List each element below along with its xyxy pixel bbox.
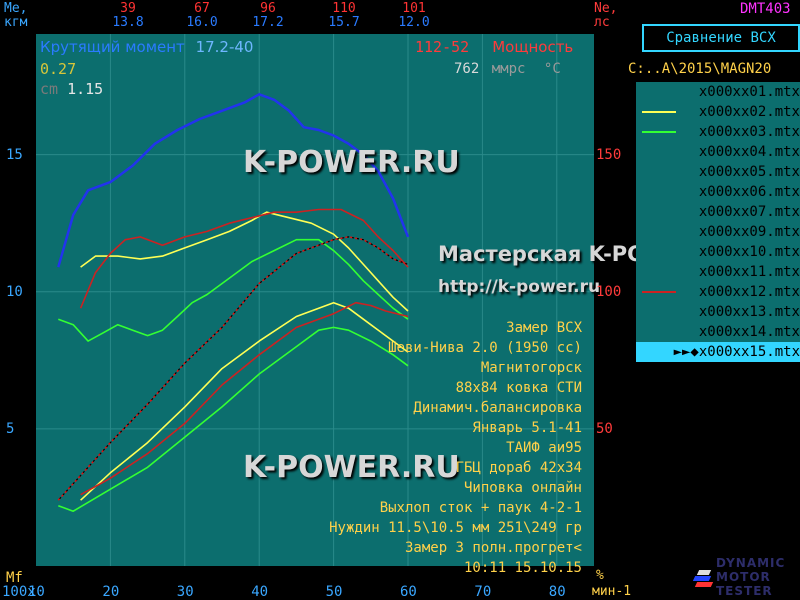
y-left-tick-label: 10 <box>6 283 23 300</box>
temp-unit: °C <box>543 61 561 77</box>
file-list-item[interactable]: x000xx05.mtx <box>636 162 800 182</box>
series-swatch <box>642 131 676 133</box>
note-line: Выхлоп сток + паук 4-2-1 <box>379 500 582 516</box>
file-list-item[interactable]: x000xx14.mtx <box>636 322 800 342</box>
logo-line1: DYNAMIC <box>716 556 786 570</box>
file-list-item[interactable]: x000xx04.mtx <box>636 142 800 162</box>
power-range: 112-52 <box>415 38 470 56</box>
file-list-item[interactable]: x000xx02.mtx <box>636 102 800 122</box>
y-right-tick-label: 150 <box>596 146 622 163</box>
y-left-tick-label: 15 <box>6 146 23 163</box>
cm-label: cm <box>40 80 59 98</box>
note-line: Нуждин 11.5\10.5 мм 251\249 гр <box>329 520 582 536</box>
param-value: 0.27 <box>40 60 77 78</box>
file-list-item[interactable]: x000xx10.mtx <box>636 242 800 262</box>
note-line: Замер 3 полн.прогрет< <box>404 540 582 556</box>
y-left-tick-label: 5 <box>6 420 15 437</box>
x-unit-top: % <box>596 568 604 583</box>
note-line: Замер ВСХ <box>506 320 582 336</box>
x-tick-label: 30 <box>176 584 194 600</box>
file-name: x000xx07.mtx <box>698 204 800 220</box>
torque-range: 17.2-40 <box>195 38 254 56</box>
file-name: x000xx12.mtx <box>698 284 800 300</box>
dynamic-motor-tester-logo: DYNAMIC MOTOR TESTER <box>692 556 800 600</box>
test-notes: Замер ВСХ Шеви-Нива 2.0 (1950 cc) Магнитог… <box>329 318 582 578</box>
file-list-item[interactable]: x000xx01.mtx <box>636 82 800 102</box>
file-name: x000xx14.mtx <box>698 324 800 340</box>
y-right-tick-label: 100 <box>596 283 622 300</box>
file-list-item[interactable]: x000xx09.mtx <box>636 222 800 242</box>
file-name: x000xx04.mtx <box>698 144 800 160</box>
file-list: x000xx01.mtx x000xx02.mtx x000xx03.mtx x000… <box>636 82 800 362</box>
x-multiplier: 100x <box>2 584 36 600</box>
url-watermark: http://k-power.ru <box>438 277 601 297</box>
note-line: ТАИФ аи95 <box>506 440 582 456</box>
logo-line3: TESTER <box>716 584 773 598</box>
file-list-item[interactable]: x000xx12.mtx <box>636 282 800 302</box>
file-name: x000xx13.mtx <box>698 304 800 320</box>
torque-series-line <box>80 211 409 312</box>
note-line: 88x84 ковка СТИ <box>455 380 582 396</box>
directory-path: C:..A\2015\MAGN20 <box>628 61 772 77</box>
file-name: x000xx02.mtx <box>698 104 800 120</box>
x-tick-label: 50 <box>325 584 343 600</box>
file-list-item[interactable]: x000xx11.mtx <box>636 262 800 282</box>
x-tick-label: 40 <box>251 584 269 600</box>
power-legend-label: Мощность <box>492 38 574 56</box>
x-tick-label: 60 <box>400 584 417 600</box>
note-line: 10:11 15.10.15 <box>463 560 582 576</box>
x-tick-label: 80 <box>548 584 566 600</box>
file-name: x000xx01.mtx <box>698 84 800 100</box>
note-line: Январь 5.1-41 <box>472 420 582 436</box>
torque-legend-label: Крутящий момент <box>40 38 185 56</box>
y-right-tick-label: 50 <box>596 420 613 437</box>
compare-button[interactable]: Сравнение ВСХ <box>642 24 800 52</box>
pressure-unit: ммрс <box>491 61 526 77</box>
file-name: x000xx10.mtx <box>698 244 800 260</box>
watermark-top: K-POWER.RU <box>243 145 460 180</box>
series-swatch <box>642 111 676 113</box>
torque-legend: Крутящий момент 17.2-40 <box>40 38 253 56</box>
series-swatch <box>642 291 676 293</box>
file-name: x000xx11.mtx <box>698 264 800 280</box>
x-unit-bottom: мин-1 <box>592 584 632 599</box>
x-tick-label: 70 <box>474 584 492 600</box>
x-tick-label: 20 <box>102 584 120 600</box>
cm-value: 1.15 <box>67 80 104 98</box>
mf-label: Mf <box>6 570 23 586</box>
file-list-item[interactable]: x000xx13.mtx <box>636 302 800 322</box>
file-name: x000xx05.mtx <box>698 164 800 180</box>
file-name: x000xx03.mtx <box>698 124 800 140</box>
file-list-item[interactable]: ►►◆x000xx15.mtx <box>636 342 800 362</box>
note-line: Динамич.балансировка <box>413 400 582 416</box>
file-list-item[interactable]: x000xx06.mtx <box>636 182 800 202</box>
file-name: ►►◆x000xx15.mtx <box>673 344 800 360</box>
file-name: x000xx06.mtx <box>698 184 800 200</box>
power-legend: 112-52 Мощность <box>415 38 573 56</box>
note-line: Чиповка онлайн <box>463 480 582 496</box>
file-name: x000xx09.mtx <box>698 224 800 240</box>
logo-line2: MOTOR <box>716 570 771 584</box>
cm-readout: cm 1.15 <box>40 80 104 98</box>
file-list-item[interactable]: x000xx07.mtx <box>636 202 800 222</box>
note-line: ГБЦ дораб 42х34 <box>455 460 582 476</box>
note-line: Магнитогорск <box>480 360 582 376</box>
pressure-value: 762 <box>454 61 480 77</box>
note-line: Шеви-Нива 2.0 (1950 cc) <box>388 340 582 356</box>
logo-mark-icon <box>692 570 714 588</box>
file-list-item[interactable]: x000xx03.mtx <box>636 122 800 142</box>
pressure-readout: 762 ммрс °C <box>454 62 561 76</box>
